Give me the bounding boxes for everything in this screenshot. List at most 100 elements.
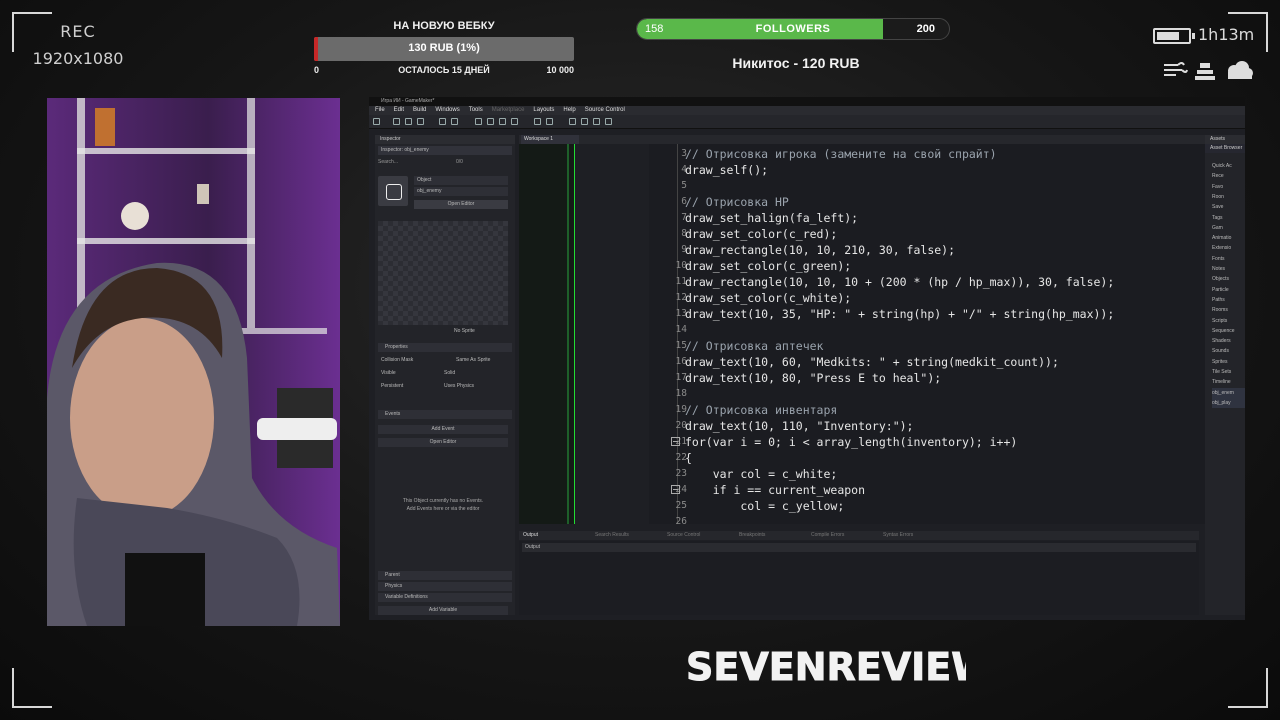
code-line[interactable]: 19// Отрисовка инвентаря bbox=[649, 402, 1205, 418]
asset-tree-item[interactable]: Sounds bbox=[1212, 346, 1245, 356]
code-editor[interactable]: 3// Отрисовка игрока (замените на свой с… bbox=[649, 144, 1205, 527]
assets-tab[interactable]: Assets bbox=[1205, 135, 1245, 144]
stop-icon[interactable] bbox=[511, 118, 518, 125]
tab-search-results[interactable]: Search Results bbox=[595, 531, 629, 540]
help-icon[interactable] bbox=[546, 118, 553, 125]
target-icon[interactable] bbox=[534, 118, 541, 125]
code-line[interactable]: 21 for(var i = 0; i < array_length(invent… bbox=[649, 434, 1205, 450]
object-name-field[interactable]: obj_enemy bbox=[414, 187, 508, 196]
asset-tree-item[interactable]: Tile Sets bbox=[1212, 367, 1245, 377]
code-line[interactable]: 23 var col = c_white; bbox=[649, 466, 1205, 482]
asset-tree-item[interactable]: Favo bbox=[1212, 182, 1245, 192]
fit-icon[interactable] bbox=[605, 118, 612, 125]
asset-tree-item[interactable]: Save bbox=[1212, 202, 1245, 212]
asset-tree-item[interactable]: Gam bbox=[1212, 223, 1245, 233]
asset-tree-item[interactable]: Fonts bbox=[1212, 254, 1245, 264]
add-event-button[interactable]: Add Event bbox=[378, 425, 508, 434]
home-icon[interactable] bbox=[373, 118, 380, 125]
asset-tree-item[interactable]: obj_play bbox=[1212, 397, 1245, 408]
tab-breakpoints[interactable]: Breakpoints bbox=[739, 531, 765, 540]
menu-layouts[interactable]: Layouts bbox=[533, 106, 554, 115]
inspector-search[interactable]: Search... 0/0 bbox=[378, 157, 512, 167]
add-variable-button[interactable]: Add Variable bbox=[378, 606, 508, 615]
menu-file[interactable]: File bbox=[375, 106, 385, 115]
asset-tree-item[interactable]: obj_enem bbox=[1212, 387, 1245, 398]
asset-tree-item[interactable]: Timeline bbox=[1212, 377, 1245, 387]
menu-help[interactable]: Help bbox=[563, 106, 575, 115]
open-icon[interactable] bbox=[405, 118, 412, 125]
tab-source-control[interactable]: Source Control bbox=[667, 531, 700, 540]
fold-toggle-icon[interactable] bbox=[671, 437, 680, 446]
debug-icon[interactable] bbox=[499, 118, 506, 125]
workspace-tab[interactable]: Workspace 1 bbox=[521, 135, 579, 144]
asset-tree-item[interactable]: Objects bbox=[1212, 274, 1245, 284]
redo-icon[interactable] bbox=[451, 118, 458, 125]
code-line[interactable]: 15// Отрисовка аптечек bbox=[649, 338, 1205, 354]
new-icon[interactable] bbox=[393, 118, 400, 125]
asset-tree-item[interactable]: Scripts bbox=[1212, 316, 1245, 326]
asset-tree-item[interactable]: Paths bbox=[1212, 295, 1245, 305]
code-line[interactable]: 18 bbox=[649, 386, 1205, 402]
asset-tree-item[interactable]: Rooms bbox=[1212, 305, 1245, 315]
physics-section[interactable]: Physics bbox=[378, 582, 512, 591]
asset-tree-item[interactable]: Sprites bbox=[1212, 357, 1245, 367]
clean-icon[interactable] bbox=[475, 118, 482, 125]
code-line[interactable]: 12 draw_set_color(c_white); bbox=[649, 290, 1205, 306]
code-line[interactable]: 25 col = c_yellow; bbox=[649, 498, 1205, 514]
code-line[interactable]: 10 draw_set_color(c_green); bbox=[649, 258, 1205, 274]
undo-icon[interactable] bbox=[439, 118, 446, 125]
code-line[interactable]: 6// Отрисовка HP bbox=[649, 194, 1205, 210]
code-line[interactable]: 24 if i == current_weapon bbox=[649, 482, 1205, 498]
open-editor-events-button[interactable]: Open Editor bbox=[378, 438, 508, 447]
open-editor-button[interactable]: Open Editor bbox=[414, 200, 508, 209]
menu-marketplace[interactable]: Marketplace bbox=[492, 106, 525, 115]
code-line[interactable]: 22{ bbox=[649, 450, 1205, 466]
code-line[interactable]: 13 draw_text(10, 35, "HP: " + string(hp) … bbox=[649, 306, 1205, 322]
asset-tree-item[interactable]: Extensio bbox=[1212, 243, 1245, 253]
menu-edit[interactable]: Edit bbox=[394, 106, 404, 115]
sprite-selector[interactable]: No Sprite bbox=[378, 327, 508, 336]
tab-syntax-errors[interactable]: Syntax Errors bbox=[883, 531, 913, 540]
line-number: 6 bbox=[681, 196, 687, 207]
menu-windows[interactable]: Windows bbox=[435, 106, 459, 115]
code-line[interactable]: 3// Отрисовка игрока (замените на свой с… bbox=[649, 146, 1205, 162]
parent-section[interactable]: Parent bbox=[378, 571, 512, 580]
code-line[interactable]: 9 draw_rectangle(10, 10, 210, 30, false); bbox=[649, 242, 1205, 258]
inspector-tab[interactable]: Inspector bbox=[375, 135, 515, 144]
tab-output[interactable]: Output bbox=[523, 531, 538, 540]
save-icon[interactable] bbox=[417, 118, 424, 125]
collision-mask-value[interactable]: Same As Sprite bbox=[456, 355, 490, 365]
code-line[interactable]: 16 draw_text(10, 60, "Medkits: " + string… bbox=[649, 354, 1205, 370]
asset-tree-item[interactable]: Animatio bbox=[1212, 233, 1245, 243]
zoom-reset-icon[interactable] bbox=[581, 118, 588, 125]
code-line[interactable]: 26 bbox=[649, 514, 1205, 530]
code-line[interactable]: 7 draw_set_halign(fa_left); bbox=[649, 210, 1205, 226]
zoom-in-icon[interactable] bbox=[593, 118, 600, 125]
code-line[interactable]: 8 draw_set_color(c_red); bbox=[649, 226, 1205, 242]
asset-tree-item[interactable]: Rece bbox=[1212, 171, 1245, 181]
code-line[interactable]: 20 draw_text(10, 110, "Inventory:"); bbox=[649, 418, 1205, 434]
asset-tree-item[interactable]: Roon bbox=[1212, 192, 1245, 202]
tab-compile-errors[interactable]: Compile Errors bbox=[811, 531, 844, 540]
asset-tree-item[interactable]: Particle bbox=[1212, 285, 1245, 295]
asset-tree-item[interactable]: Notes bbox=[1212, 264, 1245, 274]
fold-toggle-icon[interactable] bbox=[671, 485, 680, 494]
events-section[interactable]: Events bbox=[378, 410, 512, 419]
asset-tree-item[interactable]: Shaders bbox=[1212, 336, 1245, 346]
code-line[interactable]: 14 bbox=[649, 322, 1205, 338]
properties-section[interactable]: Properties bbox=[378, 343, 512, 352]
run-icon[interactable] bbox=[487, 118, 494, 125]
asset-tree-item[interactable]: Quick Ac bbox=[1212, 161, 1245, 171]
asset-tree-item[interactable]: Sequence bbox=[1212, 326, 1245, 336]
zoom-out-icon[interactable] bbox=[569, 118, 576, 125]
asset-tree-item[interactable]: Tags bbox=[1212, 213, 1245, 223]
menu-source-control[interactable]: Source Control bbox=[585, 106, 625, 115]
code-line[interactable]: 4 draw_self(); bbox=[649, 162, 1205, 178]
variable-definitions-section[interactable]: Variable Definitions bbox=[378, 593, 512, 602]
code-line[interactable]: 17 draw_text(10, 80, "Press E to heal"); bbox=[649, 370, 1205, 386]
code-line[interactable]: 5 bbox=[649, 178, 1205, 194]
output-field[interactable]: Output bbox=[522, 543, 1196, 552]
menu-tools[interactable]: Tools bbox=[469, 106, 483, 115]
menu-build[interactable]: Build bbox=[413, 106, 426, 115]
code-line[interactable]: 11 draw_rectangle(10, 10, 10 + (200 * (hp… bbox=[649, 274, 1205, 290]
